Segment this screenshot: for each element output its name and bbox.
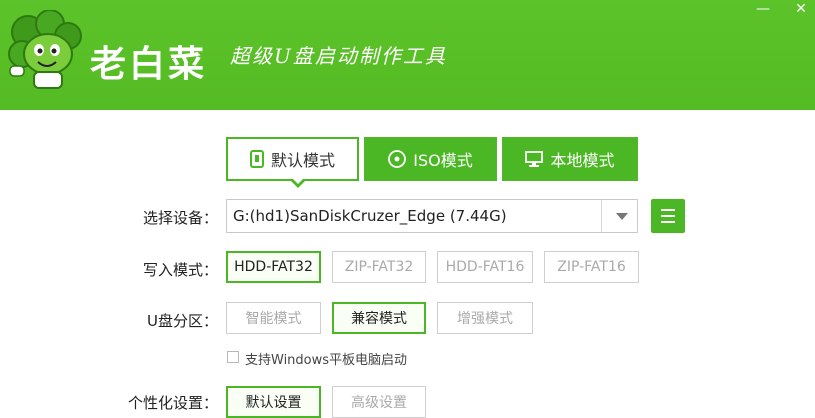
tab-iso-mode[interactable]: ISO模式 [364, 137, 497, 181]
partition-option-enhanced[interactable]: 增强模式 [437, 302, 533, 334]
partition-label: U盘分区： [147, 312, 218, 330]
chevron-down-icon [616, 213, 628, 220]
minimize-button[interactable]: — [752, 0, 774, 18]
tab-label: 本地模式 [550, 151, 615, 170]
tab-local-mode[interactable]: 本地模式 [502, 137, 638, 181]
tablet-support-label[interactable]: 支持Windows平板电脑启动 [245, 349, 407, 368]
app-slogan: 超级U盘启动制作工具 [230, 44, 447, 68]
device-select-value: G:(hd1)SanDiskCruzer_Edge (7.44G) [233, 207, 507, 225]
write-mode-label: 写入模式： [142, 261, 218, 279]
tablet-support-checkbox[interactable] [227, 351, 239, 363]
write-mode-option-hdd-fat16[interactable]: HDD-FAT16 [437, 251, 533, 283]
device-label: 选择设备： [142, 209, 218, 227]
personalize-option-default[interactable]: 默认设置 [226, 386, 321, 418]
personalize-label: 个性化设置： [127, 394, 218, 412]
personalize-option-advanced[interactable]: 高级设置 [332, 386, 426, 418]
app-title: 老白菜 [90, 44, 208, 85]
disc-icon [388, 150, 407, 168]
tab-default-mode[interactable]: 默认模式 [226, 137, 359, 181]
tab-label: ISO模式 [413, 151, 473, 170]
partition-option-compatible[interactable]: 兼容模式 [332, 302, 426, 334]
cabbage-mascot-logo [8, 10, 82, 89]
title-bar: 老白菜 超级U盘启动制作工具 — ✕ [0, 0, 815, 110]
write-mode-option-hdd-fat32[interactable]: HDD-FAT32 [226, 251, 321, 283]
usb-drive-icon [249, 150, 264, 168]
write-mode-option-zip-fat32[interactable]: ZIP-FAT32 [332, 251, 426, 283]
monitor-icon [525, 151, 544, 167]
close-button[interactable]: ✕ [790, 0, 812, 18]
write-mode-option-zip-fat16[interactable]: ZIP-FAT16 [544, 251, 639, 283]
partition-option-smart[interactable]: 智能模式 [226, 302, 321, 334]
device-menu-button[interactable] [651, 199, 685, 233]
tab-label: 默认模式 [270, 151, 335, 170]
device-select[interactable]: G:(hd1)SanDiskCruzer_Edge (7.44G) [226, 199, 638, 233]
